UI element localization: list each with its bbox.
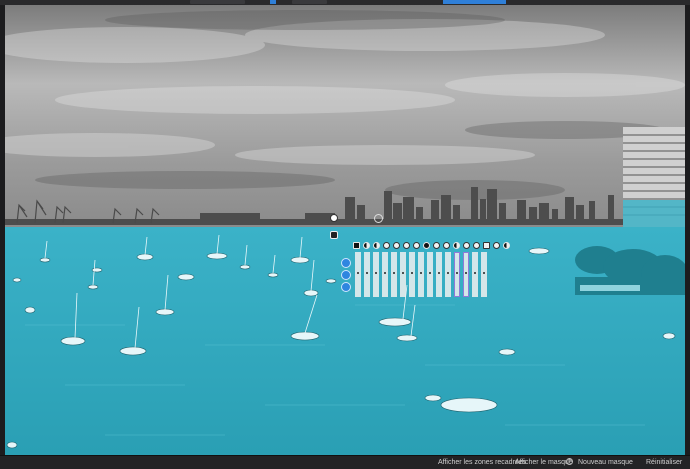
- bottom-toolbar: Afficher les zones recadrées Afficher le…: [0, 455, 690, 469]
- contrast-icon[interactable]: [363, 242, 370, 249]
- toolbar-field[interactable]: [292, 0, 327, 4]
- image-icon[interactable]: [483, 242, 490, 249]
- slider-track[interactable]: [427, 252, 433, 297]
- photo-canvas[interactable]: [5, 5, 685, 455]
- slider-track[interactable]: [364, 252, 370, 297]
- reset-button[interactable]: Réinitialiser: [646, 459, 682, 466]
- harbor-photo: [5, 5, 685, 455]
- show-mask-toggle[interactable]: Afficher le masque: [515, 459, 573, 466]
- slider-track[interactable]: [400, 252, 406, 297]
- dock: [580, 285, 640, 291]
- circle-icon[interactable]: [443, 242, 450, 249]
- new-mask-button[interactable]: Nouveau masque: [578, 459, 633, 466]
- slider-handles: [355, 272, 487, 274]
- slider-handle[interactable]: [481, 272, 487, 274]
- halftone-icon[interactable]: [453, 242, 460, 249]
- slider-handle[interactable]: [382, 272, 388, 274]
- slider-handle[interactable]: [427, 272, 433, 274]
- eye-icon[interactable]: [433, 242, 440, 249]
- slider-track[interactable]: [355, 252, 361, 297]
- slider-handle[interactable]: [355, 272, 361, 274]
- slider-track[interactable]: [463, 252, 469, 297]
- slider-handle[interactable]: [463, 272, 469, 274]
- slider-handle[interactable]: [409, 272, 415, 274]
- toolbar-primary-button[interactable]: [443, 0, 506, 4]
- drop-icon[interactable]: [473, 242, 480, 249]
- halftone-icon[interactable]: [503, 242, 510, 249]
- circle-icon[interactable]: [413, 242, 420, 249]
- mask-subtract-button[interactable]: [341, 270, 351, 280]
- mask-tool-row: [353, 242, 510, 251]
- slider-handle[interactable]: [373, 272, 379, 274]
- slider-track[interactable]: [382, 252, 388, 297]
- dark-circle-icon[interactable]: [423, 242, 430, 249]
- circle-icon[interactable]: [493, 242, 500, 249]
- masked-tower-base: [623, 200, 685, 230]
- mask-menu-icon[interactable]: [330, 231, 338, 239]
- slider-handle[interactable]: [418, 272, 424, 274]
- toolbar-toggle[interactable]: [270, 0, 276, 4]
- slider-handle[interactable]: [400, 272, 406, 274]
- mask-anchor-pin[interactable]: [330, 214, 338, 222]
- slider-track[interactable]: [454, 252, 460, 297]
- slider-handle[interactable]: [472, 272, 478, 274]
- mask-radius-handle[interactable]: [374, 214, 383, 223]
- circle-icon[interactable]: [403, 242, 410, 249]
- show-cropped-toggle[interactable]: Afficher les zones recadrées: [438, 459, 526, 466]
- mask-add-button[interactable]: [341, 258, 351, 268]
- slider-track[interactable]: [481, 252, 487, 297]
- halftone-icon[interactable]: [373, 242, 380, 249]
- slider-handle[interactable]: [454, 272, 460, 274]
- slider-track[interactable]: [436, 252, 442, 297]
- slider-track[interactable]: [472, 252, 478, 297]
- slider-handle[interactable]: [445, 272, 451, 274]
- drop-icon[interactable]: [463, 242, 470, 249]
- circle-icon[interactable]: [393, 242, 400, 249]
- slider-track[interactable]: [373, 252, 379, 297]
- adjustment-sliders: [355, 252, 487, 297]
- slider-track[interactable]: [418, 252, 424, 297]
- brush-icon[interactable]: [353, 242, 360, 249]
- plus-circle-icon[interactable]: +: [566, 458, 573, 465]
- slider-handle[interactable]: [364, 272, 370, 274]
- slider-track[interactable]: [409, 252, 415, 297]
- slider-track[interactable]: [391, 252, 397, 297]
- slider-handle[interactable]: [391, 272, 397, 274]
- slider-handle[interactable]: [436, 272, 442, 274]
- toolbar-field[interactable]: [190, 0, 245, 4]
- slider-track[interactable]: [445, 252, 451, 297]
- mask-intersect-button[interactable]: [341, 282, 351, 292]
- circle-icon[interactable]: [383, 242, 390, 249]
